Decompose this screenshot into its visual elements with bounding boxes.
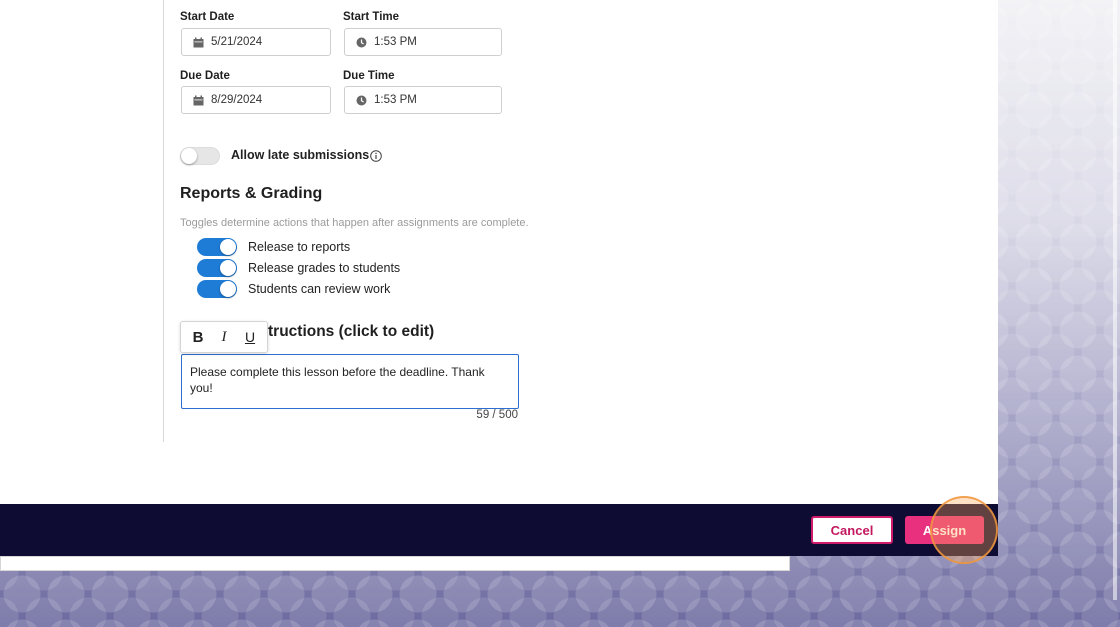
start-time-field[interactable]: 1:53 PM	[344, 28, 502, 56]
due-time-value: 1:53 PM	[374, 94, 417, 106]
toggle-knob	[220, 239, 236, 255]
clock-icon	[356, 37, 367, 48]
character-counter: 59 / 500	[476, 409, 518, 421]
due-time-label: Due Time	[343, 70, 395, 82]
formatting-toolbar: B I U	[180, 321, 268, 353]
due-time-field[interactable]: 1:53 PM	[344, 86, 502, 114]
due-date-label: Due Date	[180, 70, 230, 82]
clock-icon	[356, 95, 367, 106]
due-date-field[interactable]: 8/29/2024	[181, 86, 331, 114]
click-highlight	[930, 496, 998, 564]
instructions-editor[interactable]: Please complete this lesson before the d…	[181, 354, 519, 409]
late-submissions-toggle[interactable]	[180, 147, 220, 165]
late-submissions-label: Allow late submissions	[231, 148, 370, 162]
toggle-knob	[220, 260, 236, 276]
calendar-icon	[193, 95, 204, 106]
release-grades-label: Release grades to students	[248, 261, 401, 275]
bold-button[interactable]: B	[187, 329, 209, 346]
background-window-strip	[0, 556, 790, 571]
reports-grading-hint: Toggles determine actions that happen af…	[180, 217, 529, 229]
reports-grading-title: Reports & Grading	[180, 185, 323, 202]
info-icon[interactable]	[370, 149, 382, 167]
release-to-reports-label: Release to reports	[248, 240, 351, 254]
start-date-field[interactable]: 5/21/2024	[181, 28, 331, 56]
start-time-label: Start Time	[343, 11, 400, 23]
start-date-value: 5/21/2024	[211, 36, 263, 48]
underline-button[interactable]: U	[239, 329, 261, 345]
students-review-toggle[interactable]	[197, 280, 237, 298]
panel-divider	[163, 0, 164, 442]
instructions-title[interactable]: tructions (click to edit)	[268, 323, 434, 341]
release-to-reports-toggle[interactable]	[197, 238, 237, 256]
cancel-button[interactable]: Cancel	[811, 516, 893, 544]
start-time-value: 1:53 PM	[374, 36, 417, 48]
toggle-knob	[220, 281, 236, 297]
due-date-value: 8/29/2024	[211, 94, 263, 106]
start-date-label: Start Date	[180, 11, 235, 23]
modal-footer: Cancel Assign	[0, 504, 998, 556]
italic-button[interactable]: I	[213, 329, 235, 346]
release-grades-toggle[interactable]	[197, 259, 237, 277]
students-review-label: Students can review work	[248, 282, 391, 296]
toggle-knob	[181, 148, 197, 164]
calendar-icon	[193, 37, 204, 48]
background-scrollbar	[1113, 0, 1117, 600]
assignment-modal: Start Date 5/21/2024 Start Time 1:53 PM …	[0, 0, 998, 504]
